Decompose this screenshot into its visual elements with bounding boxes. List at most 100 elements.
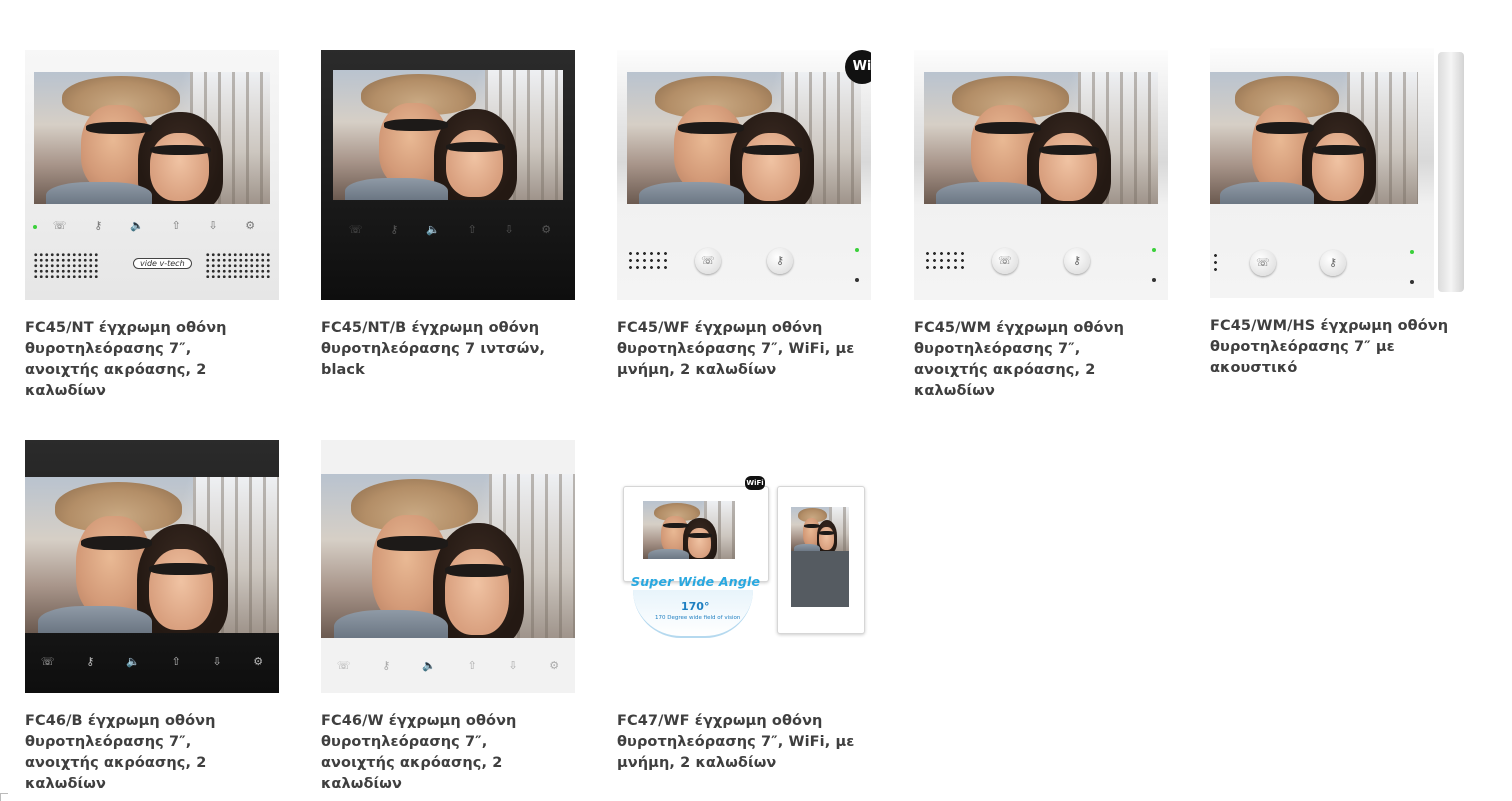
product-title[interactable]: FC45/WM έγχρωμη οθόνη θυροτηλεόρασης 7″,… (914, 318, 1159, 402)
product-grid: ☏ ⚷ 🔈 ⇧ ⇩ ⚙ vide v-tech FC45/NT έγχρωμη … (0, 0, 1512, 800)
monitor-screen (1210, 72, 1418, 204)
key-icon: ⚷ (390, 223, 399, 236)
product-card-fc45-nt-b[interactable]: ☏ ⚷ 🔈 ⇧ ⇩ ⚙ FC45/NT/B έγχρωμη οθόνη θυρο… (321, 50, 576, 381)
arrow-down-icon: ⇩ (208, 219, 218, 232)
speaker-grille (1212, 252, 1220, 274)
speaker-grille (627, 250, 667, 272)
product-image[interactable]: ☏ ⚷ Wi (617, 50, 871, 300)
talk-icon: ☏ (336, 659, 351, 672)
volume-icon: 🔈 (130, 219, 144, 232)
indicator-led (1410, 280, 1414, 284)
settings-icon: ⚙ (549, 659, 560, 672)
status-led (1410, 250, 1414, 254)
product-image[interactable]: ☏ ⚷ 🔈 ⇧ ⇩ ⚙ (321, 50, 575, 300)
monitor-buttons: ☏ ⚷ 🔈 ⇧ ⇩ ⚙ (335, 224, 565, 236)
product-card-fc46-b[interactable]: ☏ ⚷ 🔈 ⇧ ⇩ ⚙ FC46/B έγχρωμη οθόνη θυροτηλ… (25, 440, 280, 795)
product-card-fc47-wf[interactable]: WiFi Super Wide Angle 170° 170 Degree wi… (617, 440, 872, 774)
product-title[interactable]: FC45/WF έγχρωμη οθόνη θυροτηλεόρασης 7″,… (617, 318, 862, 381)
settings-icon: ⚙ (245, 219, 256, 232)
product-image[interactable]: WiFi Super Wide Angle 170° 170 Degree wi… (617, 440, 871, 693)
product-image[interactable]: ☏ ⚷ 🔈 ⇧ ⇩ ⚙ vide v-tech (25, 50, 279, 300)
status-led (855, 248, 859, 252)
product-title[interactable]: FC47/WF έγχρωμη οθόνη θυροτηλεόρασης 7″,… (617, 711, 862, 774)
monitor-screen (34, 72, 270, 204)
talk-icon: ☏ (52, 219, 67, 232)
monitor-body: ☏ ⚷ (914, 50, 1168, 300)
monitor-buttons: ☏ ⚷ 🔈 ⇧ ⇩ ⚙ (25, 656, 279, 668)
key-icon: ⚷ (86, 655, 95, 668)
product-image[interactable]: ☏ ⚷ (1210, 48, 1464, 298)
talk-button: ☏ (992, 248, 1018, 274)
product-title[interactable]: FC45/NT έγχρωμη οθόνη θυροτηλεόρασης 7″,… (25, 318, 270, 402)
status-led (33, 225, 37, 229)
feature-headline: Super Wide Angle (631, 574, 761, 589)
arrow-up-icon: ⇧ (467, 659, 477, 672)
talk-icon: ☏ (998, 254, 1012, 267)
volume-icon: 🔈 (422, 659, 436, 672)
unlock-button: ⚷ (1064, 248, 1090, 274)
monitor-screen (643, 501, 735, 559)
volume-icon: 🔈 (426, 223, 440, 236)
monitor-screen (791, 507, 849, 551)
monitor-screen (25, 477, 279, 633)
talk-icon: ☏ (40, 655, 55, 668)
key-icon: ⚷ (1328, 256, 1338, 269)
product-image[interactable]: ☏ ⚷ 🔈 ⇧ ⇩ ⚙ (321, 440, 575, 693)
arrow-down-icon: ⇩ (508, 659, 518, 672)
product-title[interactable]: FC46/W έγχρωμη οθόνη θυροτηλεόρασης 7″, … (321, 711, 566, 795)
wifi-badge: Wi (845, 50, 871, 84)
product-title[interactable]: FC45/NT/B έγχρωμη οθόνη θυροτηλεόρασης 7… (321, 318, 566, 381)
arrow-down-icon: ⇩ (504, 223, 514, 236)
unlock-button: ⚷ (1320, 250, 1346, 276)
key-icon: ⚷ (382, 659, 391, 672)
angle-graphic (633, 590, 753, 638)
monitor-screen (333, 70, 563, 200)
product-image[interactable]: ☏ ⚷ 🔈 ⇧ ⇩ ⚙ (25, 440, 279, 693)
angle-value: 170° (681, 600, 710, 613)
product-title[interactable]: FC46/B έγχρωμη οθόνη θυροτηλεόρασης 7″, … (25, 711, 270, 795)
brand-logo: vide v-tech (133, 258, 192, 269)
key-icon: ⚷ (94, 219, 103, 232)
talk-icon: ☏ (348, 223, 363, 236)
product-image[interactable]: ☏ ⚷ (914, 50, 1168, 300)
monitor-body: ☏ ⚷ (617, 50, 871, 300)
status-led (1152, 248, 1156, 252)
speaker-grille (33, 252, 99, 278)
arrow-up-icon: ⇧ (467, 223, 477, 236)
monitor-body: ☏ ⚷ 🔈 ⇧ ⇩ ⚙ vide v-tech (25, 50, 279, 300)
product-card-fc45-wm-hs[interactable]: ☏ ⚷ FC45/WM/HS έγχρωμη οθόνη θυροτηλεόρα… (1210, 48, 1465, 379)
monitor-body: ☏ ⚷ 🔈 ⇧ ⇩ ⚙ (321, 440, 575, 693)
key-icon: ⚷ (775, 254, 785, 267)
product-card-fc46-w[interactable]: ☏ ⚷ 🔈 ⇧ ⇩ ⚙ FC46/W έγχρωμη οθόνη θυροτηλ… (321, 440, 576, 795)
product-title[interactable]: FC45/WM/HS έγχρωμη οθόνη θυροτηλεόρασης … (1210, 316, 1455, 379)
arrow-up-icon: ⇧ (171, 219, 181, 232)
monitor-body: ☏ ⚷ 🔈 ⇧ ⇩ ⚙ (321, 50, 575, 300)
monitor-portrait (777, 486, 865, 634)
monitor-screen (627, 72, 861, 204)
product-card-fc45-nt[interactable]: ☏ ⚷ 🔈 ⇧ ⇩ ⚙ vide v-tech FC45/NT έγχρωμη … (25, 50, 280, 402)
talk-icon: ☏ (701, 254, 715, 267)
key-icon: ⚷ (1072, 254, 1082, 267)
speaker-grille (205, 252, 271, 278)
product-card-fc45-wm[interactable]: ☏ ⚷ FC45/WM έγχρωμη οθόνη θυροτηλεόρασης… (914, 50, 1169, 402)
monitor-buttons: ☏ ⚷ 🔈 ⇧ ⇩ ⚙ (321, 660, 575, 672)
monitor-screen (924, 72, 1158, 204)
product-card-fc45-wf[interactable]: ☏ ⚷ Wi FC45/WF έγχρωμη οθόνη θυροτηλεόρα… (617, 50, 872, 381)
wifi-badge: WiFi (745, 476, 765, 490)
talk-button: ☏ (695, 248, 721, 274)
monitor-buttons: ☏ ⚷ 🔈 ⇧ ⇩ ⚙ (39, 220, 269, 232)
talk-button: ☏ (1250, 250, 1276, 276)
arrow-up-icon: ⇧ (171, 655, 181, 668)
volume-icon: 🔈 (126, 655, 140, 668)
indicator-led (1152, 278, 1156, 282)
indicator-led (855, 278, 859, 282)
screen-lower-panel (791, 551, 849, 607)
monitor-landscape (623, 486, 769, 582)
arrow-down-icon: ⇩ (212, 655, 222, 668)
monitor-body: ☏ ⚷ 🔈 ⇧ ⇩ ⚙ (25, 440, 279, 693)
settings-icon: ⚙ (253, 655, 264, 668)
unlock-button: ⚷ (767, 248, 793, 274)
handset (1438, 52, 1464, 292)
monitor-body: ☏ ⚷ (1210, 48, 1434, 298)
monitor-screen (321, 474, 575, 638)
